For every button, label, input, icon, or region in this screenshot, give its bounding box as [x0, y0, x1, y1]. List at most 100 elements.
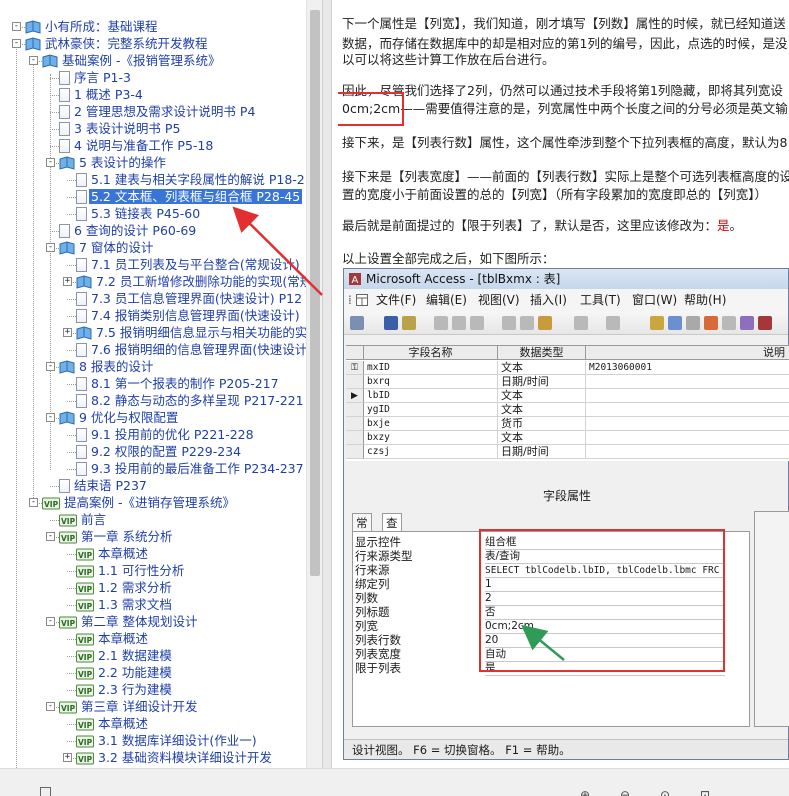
tree-item[interactable]: 7.6 报销明细的信息管理界面(快速设计	[76, 341, 309, 358]
tree-item[interactable]: 2 管理思想及需求设计说明书 P4	[59, 103, 257, 120]
description-cell[interactable]	[586, 431, 789, 445]
tree-item[interactable]: VIP 第三章 详细设计开发	[59, 698, 199, 715]
menu-insert[interactable]: 插入(I)	[530, 289, 567, 311]
field-grid[interactable]: 字段名称 数据类型 说明 ⚿ mxID 文本 M2013060001 bxrq 日期/时间…	[346, 345, 789, 461]
collapse-toggle-icon[interactable]: -	[46, 702, 55, 711]
collapse-toggle-icon[interactable]: -	[46, 362, 55, 371]
zoom-out-icon[interactable]: ⊖	[620, 788, 630, 796]
tree-item[interactable]: 7.3 员工信息管理界面(快速设计) P12	[76, 290, 304, 307]
undo-icon[interactable]	[574, 316, 588, 330]
collapse-toggle-icon[interactable]: -	[46, 413, 55, 422]
menu-file[interactable]: 文件(F)	[376, 289, 416, 311]
access-menubar[interactable]: ⁞ 文件(F) 编辑(E) 视图(V) 插入(I) 工具(T) 窗口(W) 帮助…	[344, 289, 788, 311]
collapse-toggle-icon[interactable]: -	[46, 532, 55, 541]
tree-item[interactable]: 结束语 P237	[59, 477, 149, 494]
description-cell[interactable]	[586, 403, 789, 417]
collapse-toggle-icon[interactable]: -	[46, 617, 55, 626]
description-cell[interactable]: M2013060001	[586, 361, 789, 375]
data-type-cell[interactable]: 日期/时间	[498, 375, 586, 389]
tree-item[interactable]: VIP 本章概述	[76, 545, 150, 562]
menu-edit[interactable]: 编辑(E)	[426, 289, 467, 311]
collapse-toggle-icon[interactable]: -	[29, 56, 38, 65]
fit-icon[interactable]: ⊡	[700, 788, 710, 796]
collapse-toggle-icon[interactable]: -	[12, 39, 21, 48]
primary-key-icon[interactable]: ⚿	[346, 361, 364, 375]
row-selector[interactable]	[346, 403, 364, 417]
description-cell[interactable]	[586, 375, 789, 389]
save-icon[interactable]	[384, 316, 398, 330]
collapse-toggle-icon[interactable]: -	[46, 243, 55, 252]
tree-item[interactable]: 7 窗体的设计	[59, 239, 155, 256]
tab-lookup[interactable]: 查阅	[382, 513, 402, 548]
tree-item[interactable]: VIP 1.3 需求文档	[76, 596, 174, 613]
collapse-toggle-icon[interactable]: -	[46, 158, 55, 167]
course-tree[interactable]: 小有所成：基础课程 - 武林豪侠：完整系统开发教程 - 基础案例 -《报销管理系统》 - 序…	[0, 0, 322, 768]
rotate-icon[interactable]: ⊙	[660, 788, 670, 796]
row-selector[interactable]: ▶	[346, 389, 364, 403]
field-name-cell[interactable]: lbID	[364, 389, 498, 403]
checkbox-icon[interactable]	[40, 787, 51, 796]
zoom-in-icon[interactable]: ⊕	[580, 788, 590, 796]
tree-item[interactable]: VIP 本章概述	[76, 630, 150, 647]
collapse-toggle-icon[interactable]: -	[29, 498, 38, 507]
print-icon[interactable]	[434, 316, 448, 330]
tree-item[interactable]: VIP 3.1 数据库详细设计(作业一)	[76, 732, 259, 749]
tree-item[interactable]: VIP 第一章 系统分析	[59, 528, 174, 545]
data-type-cell[interactable]: 货币	[498, 417, 586, 431]
tree-item[interactable]: 8 报表的设计	[59, 358, 155, 375]
tree-item[interactable]: VIP 1.1 可行性分析	[76, 562, 186, 579]
delete-rows-icon[interactable]	[704, 316, 718, 330]
tree-item[interactable]: 小有所成：基础课程	[25, 18, 160, 35]
tree-item[interactable]: 8.2 静态与动态的多样呈现 P217-221	[76, 392, 306, 409]
cut-icon[interactable]	[502, 316, 516, 330]
menu-tools[interactable]: 工具(T)	[580, 289, 621, 311]
pane-splitter[interactable]	[322, 0, 332, 768]
copy-icon[interactable]	[520, 316, 534, 330]
tree-item[interactable]: VIP 3.2 基础资料模块详细设计开发	[76, 749, 274, 766]
paste-icon[interactable]	[538, 316, 552, 330]
insert-rows-icon[interactable]	[686, 316, 700, 330]
tree-item[interactable]: 9 优化与权限配置	[59, 409, 180, 426]
tree-item[interactable]: 7.1 员工列表及与平台整合(常规设计)	[76, 256, 302, 273]
data-type-cell[interactable]: 文本	[498, 389, 586, 403]
tree-item[interactable]: VIP 2.3 行为建模	[76, 681, 174, 698]
tree-item[interactable]: 5.3 链接表 P45-60	[76, 205, 202, 222]
tree-item[interactable]: 7.2 员工新增修改删除功能的实现(常规	[76, 273, 314, 290]
tree-item[interactable]: VIP 前言	[59, 511, 108, 528]
spelling-icon[interactable]	[470, 316, 484, 330]
tree-item[interactable]: VIP 第二章 整体规划设计	[59, 613, 199, 630]
build-icon[interactable]	[740, 316, 754, 330]
field-name-cell[interactable]: bxrq	[364, 375, 498, 389]
bottom-toolbar[interactable]: ⊕ ⊖ ⊙ ⊡	[0, 768, 789, 796]
view-icon[interactable]	[350, 316, 364, 330]
primary-key-icon[interactable]	[650, 316, 664, 330]
tree-item[interactable]: 1 概述 P3-4	[59, 86, 145, 103]
tree-scrollbar-thumb[interactable]	[310, 10, 320, 576]
preview-icon[interactable]	[452, 316, 466, 330]
tree-item[interactable]: 5.1 建表与相关字段属性的解说 P18-2	[76, 171, 307, 188]
description-cell[interactable]	[586, 417, 789, 431]
tree-item[interactable]: 6 查询的设计 P60-69	[59, 222, 198, 239]
collapse-toggle-icon[interactable]: -	[12, 22, 21, 31]
tree-item[interactable]: 5 表设计的操作	[59, 154, 168, 171]
field-name-cell[interactable]: bxzy	[364, 431, 498, 445]
tree-item[interactable]: 7.4 报销类别信息管理界面(快速设计)	[76, 307, 302, 324]
description-cell[interactable]	[586, 445, 789, 459]
field-name-cell[interactable]: bxje	[364, 417, 498, 431]
tree-item[interactable]: VIP 提高案例 -《进销存管理系统》	[42, 494, 237, 511]
tree-item[interactable]: 基础案例 -《报销管理系统》	[42, 52, 223, 69]
expand-toggle-icon[interactable]: +	[63, 277, 72, 286]
tree-item[interactable]: 7.5 报销明细信息显示与相关功能的实	[76, 324, 309, 341]
access-toolbar[interactable]	[344, 311, 788, 335]
data-type-cell[interactable]: 文本	[498, 361, 586, 375]
field-name-cell[interactable]: mxID	[364, 361, 498, 375]
tab-general[interactable]: 常规	[352, 513, 372, 548]
field-name-cell[interactable]: ygID	[364, 403, 498, 417]
field-name-cell[interactable]: czsj	[364, 445, 498, 459]
tree-item[interactable]: 武林豪侠：完整系统开发教程	[25, 35, 210, 52]
tree-item[interactable]: 3 表设计说明书 P5	[59, 120, 182, 137]
data-type-cell[interactable]: 文本	[498, 431, 586, 445]
description-cell[interactable]	[586, 389, 789, 403]
tree-item[interactable]: 9.3 投用前的最后准备工作 P234-237	[76, 460, 306, 477]
tree-item[interactable]: VIP 本章概述	[76, 715, 150, 732]
